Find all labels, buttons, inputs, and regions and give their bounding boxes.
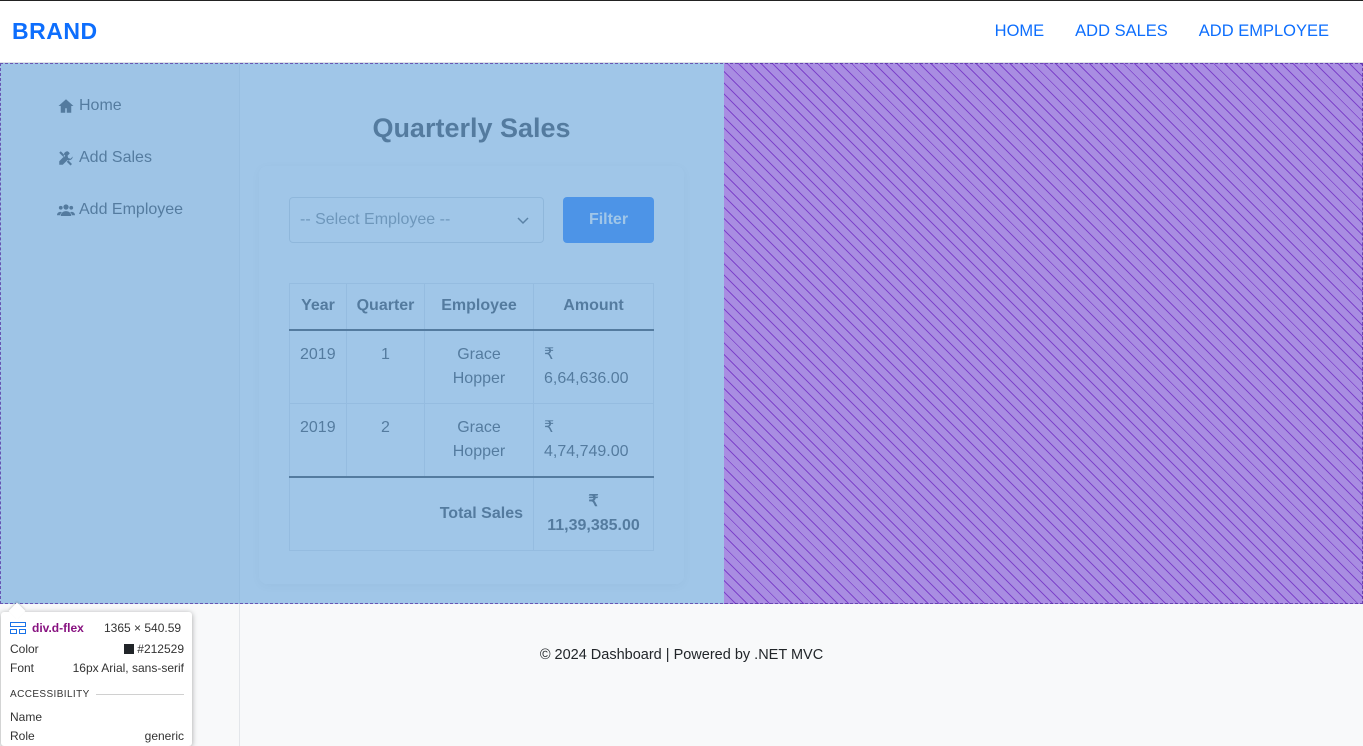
cell-year: 2019 [289,329,347,404]
cell-amount: ₹ 6,64,636.00 [533,329,654,404]
sidebar-item-home[interactable]: Home [57,97,122,115]
cell-quarter: 2 [346,402,425,477]
tooltip-element-name: div.d-flex [32,621,84,635]
cell-quarter: 1 [346,329,425,404]
tooltip-color-value: #212529 [137,642,184,656]
tooltip-name-label: Name [10,710,43,724]
table-total-row: Total Sales ₹ 11,39,385.00 [289,475,654,551]
employee-select[interactable]: -- Select Employee -- [289,197,544,243]
column-header-employee: Employee [424,283,534,331]
home-icon [58,99,74,113]
sidebar-item-add-sales[interactable]: Add Sales [57,149,152,167]
select-placeholder: -- Select Employee -- [300,211,451,228]
tooltip-color-row: Color #212529 [10,642,184,656]
column-header-quarter: Quarter [346,283,425,331]
total-sales-value: ₹ 11,39,385.00 [533,475,654,551]
tooltip-accessibility-section: ACCESSIBILITY [10,689,184,700]
main-flex-container: Home Add Sales Add Employee Quarterly Sa… [0,63,1363,746]
cell-employee: Grace Hopper [424,402,534,477]
nav-links: HOME ADD SALES ADD EMPLOYEE [995,22,1329,41]
table-header-row: Year Quarter Employee Amount [289,283,654,331]
sidebar-item-add-employee[interactable]: Add Employee [57,201,183,219]
page-title: Quarterly Sales [372,113,571,143]
sales-table: Year Quarter Employee Amount 2019 1 Grac… [289,283,654,551]
tooltip-font-label: Font [10,661,35,675]
brand-logo[interactable]: BRAND [12,18,98,45]
cell-employee: Grace Hopper [424,329,534,404]
chevron-down-icon [517,217,529,225]
tooltip-name-row: Name [10,710,184,724]
color-swatch [124,644,135,654]
tools-icon [59,151,73,166]
table-row: 2019 2 Grace Hopper ₹ 4,74,749.00 [289,402,654,477]
sidebar-item-label: Add Sales [79,149,152,166]
table-row: 2019 1 Grace Hopper ₹ 6,64,636.00 [289,329,654,404]
total-sales-label: Total Sales [289,475,534,551]
tooltip-section-title: ACCESSIBILITY [10,689,90,700]
footer-text: © 2024 Dashboard | Powered by .NET MVC [539,647,824,663]
tooltip-role-label: Role [10,729,35,743]
column-header-amount: Amount [533,283,654,331]
nav-link-home[interactable]: HOME [995,22,1045,41]
tooltip-role-row: Role generic [10,729,184,743]
nav-link-add-employee[interactable]: ADD EMPLOYEE [1199,22,1329,41]
top-navbar: BRAND HOME ADD SALES ADD EMPLOYEE [0,0,1363,63]
tooltip-font-value: 16px Arial, sans-serif [72,661,184,675]
column-header-year: Year [289,283,347,331]
tooltip-header: div.d-flex [10,621,84,635]
tooltip-role-value: generic [144,729,184,743]
main-content: Quarterly Sales -- Select Employee -- Fi… [240,63,1363,604]
tooltip-font-row: Font 16px Arial, sans-serif [10,661,184,675]
tooltip-color-label: Color [10,642,39,656]
tooltip-element-size: 1365 × 540.59 [104,621,182,635]
sidebar-item-label: Add Employee [79,201,184,218]
filter-button[interactable]: Filter [563,197,654,243]
sales-card: -- Select Employee -- Filter Year Quarte… [259,166,684,584]
devtools-inspect-tooltip: div.d-flex 1365 × 540.59 Color #212529 F… [1,602,192,746]
divider [95,694,184,695]
cell-year: 2019 [289,402,347,477]
nav-link-add-sales[interactable]: ADD SALES [1075,22,1168,41]
cell-amount: ₹ 4,74,749.00 [533,402,654,477]
flex-layout-icon [10,622,26,634]
sidebar-item-label: Home [79,97,122,114]
footer: © 2024 Dashboard | Powered by .NET MVC [0,604,1363,746]
users-icon [57,204,75,216]
